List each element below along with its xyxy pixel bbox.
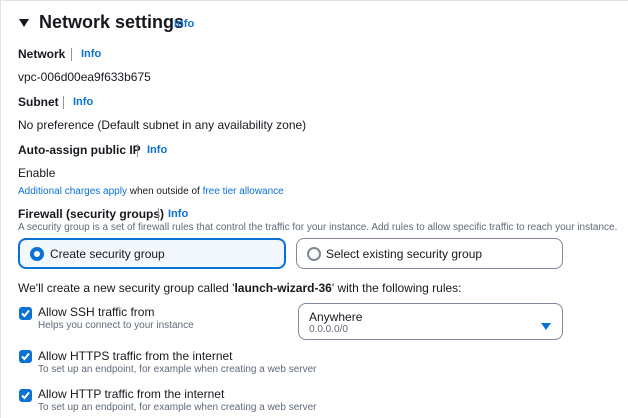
- network-label: Network: [18, 47, 66, 61]
- ssh-source-select[interactable]: Anywhere 0.0.0.0/0: [298, 303, 563, 340]
- select-existing-group-option[interactable]: Select existing security group: [296, 238, 563, 269]
- subnet-value: No preference (Default subnet in any ava…: [18, 118, 307, 132]
- additional-charges-link[interactable]: Additional charges apply: [18, 186, 127, 197]
- check-icon: [21, 391, 30, 400]
- network-value: vpc-006d00ea9f633b675: [18, 70, 151, 84]
- section-info-link[interactable]: Info: [174, 18, 194, 30]
- ssh-source-value: Anywhere: [309, 310, 363, 324]
- security-group-name: launch-wizard-36: [234, 281, 332, 295]
- radio-unselected-icon: [307, 247, 321, 261]
- radio-selected-icon: [30, 247, 44, 261]
- rules-intro-suffix: ' with the following rules:: [331, 281, 462, 295]
- rules-intro-prefix: We'll create a new security group called…: [18, 281, 235, 295]
- public-ip-note-text: when outside of: [126, 186, 203, 197]
- ssh-rule-label: Allow SSH traffic from: [38, 305, 155, 319]
- ssh-checkbox[interactable]: [19, 307, 32, 320]
- section-title: Network settings: [39, 12, 185, 32]
- subnet-info-link[interactable]: Info: [73, 96, 93, 108]
- public-ip-separator: [137, 144, 138, 157]
- https-rule-hint: To set up an endpoint, for example when …: [38, 364, 317, 375]
- http-checkbox[interactable]: [19, 389, 32, 402]
- subnet-separator: [63, 96, 64, 109]
- subnet-label: Subnet: [18, 95, 59, 109]
- http-rule-label: Allow HTTP traffic from the internet: [38, 387, 225, 401]
- firewall-description: A security group is a set of firewall ru…: [18, 222, 618, 233]
- select-existing-group-label: Select existing security group: [326, 247, 483, 261]
- http-rule-hint: To set up an endpoint, for example when …: [38, 402, 317, 413]
- free-tier-link[interactable]: free tier allowance: [203, 186, 284, 197]
- public-ip-note: Additional charges apply when outside of…: [18, 186, 284, 197]
- check-icon: [21, 309, 30, 318]
- firewall-label: Firewall (security groups): [18, 207, 165, 221]
- check-icon: [21, 352, 30, 361]
- public-ip-value: Enable: [18, 166, 56, 180]
- caret-down-icon: [541, 318, 551, 336]
- public-ip-label: Auto-assign public IP: [18, 143, 141, 157]
- public-ip-info-link[interactable]: Info: [147, 144, 167, 156]
- firewall-info-link[interactable]: Info: [168, 208, 188, 220]
- collapse-toggle-icon[interactable]: [18, 16, 30, 34]
- firewall-separator: [158, 208, 159, 221]
- https-checkbox[interactable]: [19, 350, 32, 363]
- network-separator: [71, 48, 72, 61]
- ssh-source-cidr: 0.0.0.0/0: [309, 324, 348, 335]
- create-security-group-option[interactable]: Create security group: [18, 238, 286, 269]
- network-info-link[interactable]: Info: [81, 48, 101, 60]
- https-rule-label: Allow HTTPS traffic from the internet: [38, 349, 233, 363]
- rules-intro: We'll create a new security group called…: [18, 281, 462, 295]
- network-settings-panel: Network settings Info Network Info vpc-0…: [0, 0, 628, 418]
- create-security-group-label: Create security group: [50, 247, 165, 261]
- ssh-rule-hint: Helps you connect to your instance: [38, 320, 194, 331]
